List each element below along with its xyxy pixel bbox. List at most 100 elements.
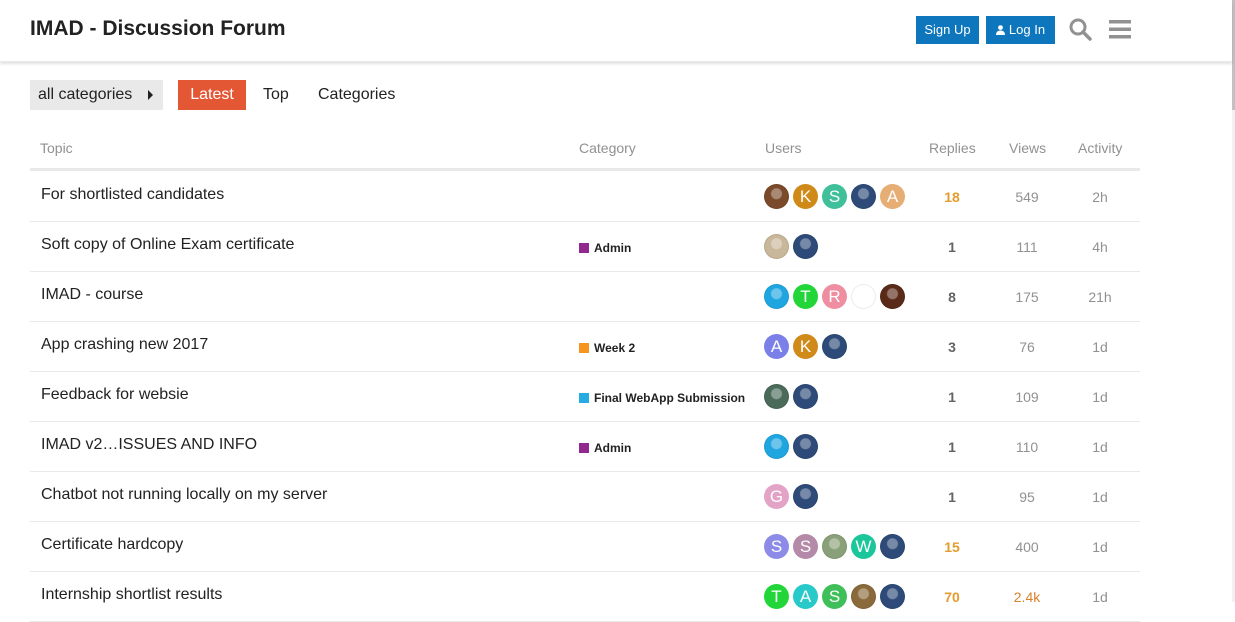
views-count: 76 <box>1019 339 1035 355</box>
avatar[interactable] <box>822 534 847 559</box>
avatar[interactable] <box>880 284 905 309</box>
replies-count: 70 <box>944 589 960 605</box>
hamburger-menu-icon[interactable] <box>1109 19 1131 39</box>
avatar[interactable]: G <box>764 484 789 509</box>
avatar[interactable] <box>764 284 789 309</box>
avatar[interactable]: S <box>822 584 847 609</box>
activity-time[interactable]: 1d <box>1070 389 1130 405</box>
topic-title-link[interactable]: App crashing new 2017 <box>41 336 208 354</box>
avatar[interactable] <box>793 484 818 509</box>
caret-right-icon <box>148 90 153 100</box>
category-dropdown[interactable]: all categories <box>30 80 163 110</box>
topic-title-link[interactable]: Chatbot not running locally on my server <box>41 486 327 504</box>
topic-title-link[interactable]: Soft copy of Online Exam certificate <box>41 236 294 254</box>
avatar[interactable] <box>851 284 876 309</box>
topic-title-link[interactable]: Feedback for websie <box>41 386 189 404</box>
category-label: Final WebApp Submission <box>594 391 746 405</box>
views-count: 175 <box>1015 289 1039 305</box>
replies-count: 1 <box>948 489 956 505</box>
tab-categories[interactable]: Categories <box>318 80 395 110</box>
user-icon <box>995 25 1005 35</box>
avatar[interactable] <box>793 434 818 459</box>
avatar[interactable]: R <box>822 284 847 309</box>
avatar[interactable] <box>880 584 905 609</box>
avatar[interactable] <box>764 384 789 409</box>
table-row[interactable]: Soft copy of Online Exam certificate Admi… <box>30 222 1140 272</box>
avatar[interactable] <box>851 184 876 209</box>
avatar[interactable]: T <box>793 284 818 309</box>
avatar[interactable]: K <box>793 334 818 359</box>
column-header-views[interactable]: Views <box>1009 140 1046 156</box>
column-header-activity[interactable]: Activity <box>1078 140 1122 156</box>
activity-time[interactable]: 1d <box>1070 489 1130 505</box>
table-row[interactable]: IMAD v2…ISSUES AND INFO Admin 1 110 1d <box>30 422 1140 472</box>
table-row[interactable]: Chatbot not running locally on my server… <box>30 472 1140 522</box>
topic-title-link[interactable]: IMAD - course <box>41 286 143 304</box>
activity-time[interactable]: 2h <box>1070 189 1130 205</box>
replies-count: 3 <box>948 339 956 355</box>
avatar[interactable] <box>764 434 789 459</box>
column-header-users: Users <box>765 140 802 156</box>
topic-title-link[interactable]: Internship shortlist results <box>41 586 222 604</box>
views-count: 111 <box>1016 239 1038 255</box>
views-count: 109 <box>1015 389 1039 405</box>
replies-count: 1 <box>948 389 956 405</box>
table-row[interactable]: For shortlisted candidates K S A 18 549 2h <box>30 172 1140 222</box>
log-in-button[interactable]: Log In <box>986 16 1055 44</box>
category-color-swatch <box>579 393 589 403</box>
search-icon[interactable] <box>1068 17 1092 41</box>
views-count: 2.4k <box>1013 589 1041 605</box>
table-row[interactable]: Feedback for websie Final WebApp Submissi… <box>30 372 1140 422</box>
avatar[interactable]: A <box>793 584 818 609</box>
tab-top[interactable]: Top <box>263 80 289 110</box>
replies-count: 1 <box>948 439 956 455</box>
views-count: 110 <box>1015 439 1039 455</box>
activity-time[interactable]: 1d <box>1070 339 1130 355</box>
activity-time[interactable]: 1d <box>1070 589 1130 605</box>
site-header: IMAD - Discussion Forum Sign Up Log In <box>0 0 1232 62</box>
topic-title-link[interactable]: For shortlisted candidates <box>41 186 224 204</box>
column-header-replies[interactable]: Replies <box>929 140 976 156</box>
category-color-swatch <box>579 443 589 453</box>
category-color-swatch <box>579 343 589 353</box>
table-row[interactable]: IMAD - course T R 8 175 21h <box>30 272 1140 322</box>
avatar[interactable]: T <box>764 584 789 609</box>
avatar[interactable] <box>764 184 789 209</box>
avatar[interactable] <box>851 584 876 609</box>
avatar[interactable] <box>822 334 847 359</box>
column-header-topic: Topic <box>40 140 73 156</box>
avatar[interactable]: A <box>880 184 905 209</box>
table-row[interactable]: Certificate hardcopy S S W 15 400 1d <box>30 522 1140 572</box>
site-title[interactable]: IMAD - Discussion Forum <box>30 17 286 41</box>
sign-up-button[interactable]: Sign Up <box>916 16 979 44</box>
avatar[interactable]: K <box>793 184 818 209</box>
avatar[interactable] <box>880 534 905 559</box>
views-count: 95 <box>1019 489 1035 505</box>
category-color-swatch <box>579 243 589 253</box>
tab-latest[interactable]: Latest <box>178 80 246 110</box>
table-row[interactable]: App crashing new 2017 Week 2 A K 3 76 1d <box>30 322 1140 372</box>
category-badge[interactable]: Final WebApp Submission <box>579 391 745 405</box>
activity-time[interactable]: 1d <box>1070 539 1130 555</box>
avatar[interactable]: S <box>764 534 789 559</box>
topic-title-link[interactable]: IMAD v2…ISSUES AND INFO <box>41 436 257 454</box>
activity-time[interactable]: 1d <box>1070 439 1130 455</box>
category-badge[interactable]: Week 2 <box>579 341 635 355</box>
category-badge[interactable]: Admin <box>579 441 631 455</box>
avatar[interactable]: W <box>851 534 876 559</box>
topic-title-link[interactable]: Certificate hardcopy <box>41 536 183 554</box>
log-in-label: Log In <box>1008 22 1046 37</box>
avatar[interactable]: S <box>793 534 818 559</box>
topic-table-header: Topic Category Users Replies Views Activ… <box>30 138 1140 171</box>
activity-time[interactable]: 21h <box>1070 289 1130 305</box>
category-badge[interactable]: Admin <box>579 241 631 255</box>
table-row[interactable]: Internship shortlist results T A S 70 2.4k 1d <box>30 572 1140 622</box>
replies-count: 18 <box>944 189 960 205</box>
avatar[interactable] <box>793 234 818 259</box>
replies-count: 1 <box>948 239 956 255</box>
activity-time[interactable]: 4h <box>1070 239 1130 255</box>
avatar[interactable] <box>793 384 818 409</box>
avatar[interactable]: A <box>764 334 789 359</box>
avatar[interactable] <box>764 234 789 259</box>
avatar[interactable]: S <box>822 184 847 209</box>
